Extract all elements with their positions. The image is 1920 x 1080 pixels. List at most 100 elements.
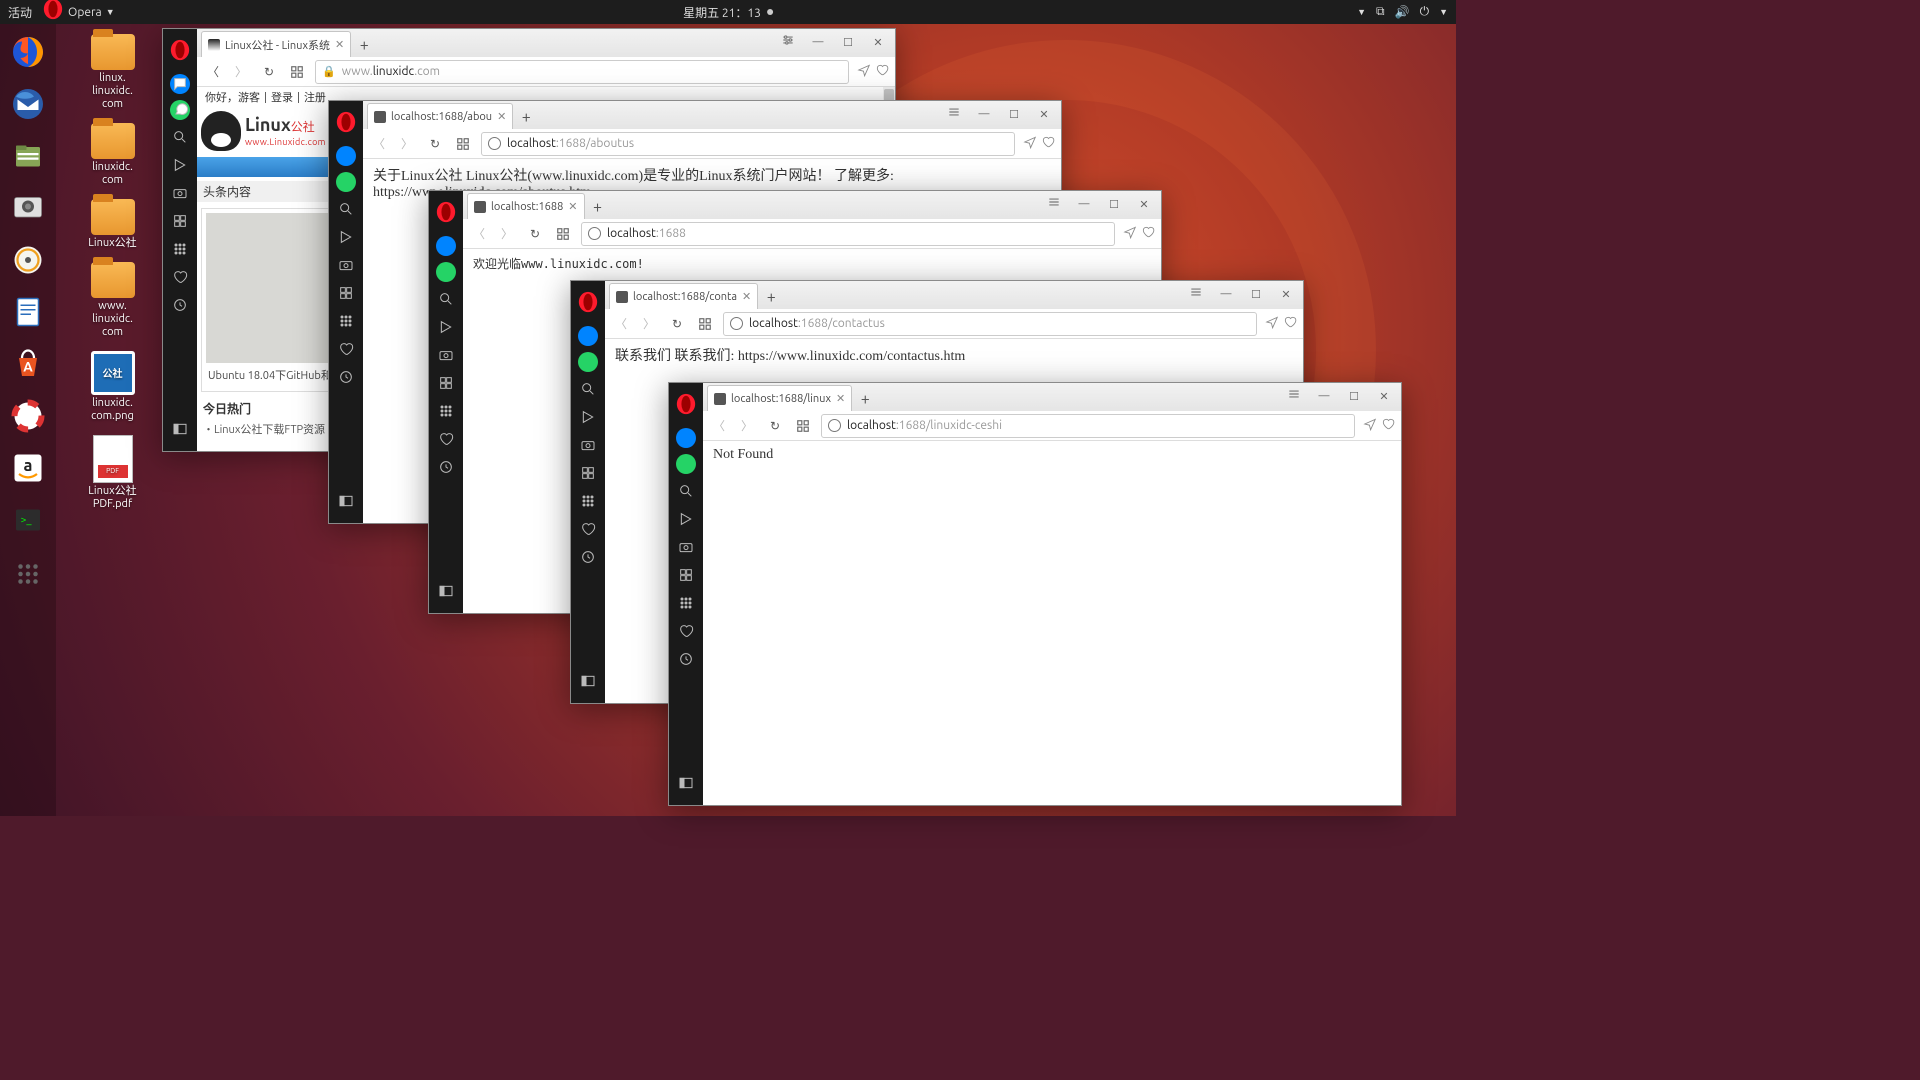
dock-terminal[interactable]: >_ xyxy=(8,500,48,540)
search-icon[interactable] xyxy=(669,477,703,505)
snapshot-icon[interactable] xyxy=(669,533,703,561)
history-icon[interactable] xyxy=(163,291,197,319)
new-tab-button[interactable]: + xyxy=(852,387,878,411)
reload-button[interactable]: ↻ xyxy=(765,416,785,436)
speed-dial-icon[interactable] xyxy=(329,307,363,335)
send-icon[interactable] xyxy=(857,63,871,80)
messenger-icon[interactable] xyxy=(676,428,696,448)
close-tab-icon[interactable]: ✕ xyxy=(568,200,577,213)
opera-window-5[interactable]: localhost:1688/linux✕ + —☐✕ 〈〉↻ localhos… xyxy=(668,382,1402,806)
close-button[interactable]: ✕ xyxy=(863,31,893,53)
speed-dial-icon[interactable] xyxy=(669,589,703,617)
maximize-button[interactable]: ☐ xyxy=(999,103,1029,125)
heart-icon[interactable] xyxy=(329,335,363,363)
whatsapp-icon[interactable] xyxy=(676,454,696,474)
new-tab-button[interactable]: + xyxy=(513,105,539,129)
send-icon[interactable] xyxy=(1265,315,1279,332)
search-icon[interactable] xyxy=(329,195,363,223)
history-icon[interactable] xyxy=(329,363,363,391)
speed-dial-icon[interactable] xyxy=(571,487,605,515)
messenger-icon[interactable] xyxy=(336,146,356,166)
speed-dial-icon[interactable] xyxy=(163,235,197,263)
maximize-button[interactable]: ☐ xyxy=(833,31,863,53)
easy-setup-icon[interactable] xyxy=(947,105,961,122)
speed-dial-button[interactable] xyxy=(287,62,307,82)
url-input[interactable]: localhost:1688/contactus xyxy=(723,312,1257,336)
browser-tab[interactable]: localhost:1688/abou ✕ xyxy=(367,103,513,129)
desktop-folder[interactable]: Linux公社 xyxy=(70,199,155,250)
heart-icon[interactable] xyxy=(1041,135,1055,152)
power-icon[interactable]: ⏻ xyxy=(1420,5,1430,19)
speed-dial-button[interactable] xyxy=(695,314,715,334)
desktop-image-file[interactable]: 公社linuxidc. com.png xyxy=(70,351,155,423)
snapshot-icon[interactable] xyxy=(429,341,463,369)
personal-news-icon[interactable] xyxy=(329,223,363,251)
bookmarks-icon[interactable] xyxy=(329,279,363,307)
dock-thunderbird[interactable] xyxy=(8,84,48,124)
personal-news-icon[interactable] xyxy=(429,313,463,341)
whatsapp-icon[interactable] xyxy=(436,262,456,282)
clock[interactable]: 星期五 21：13 xyxy=(683,4,773,21)
history-icon[interactable] xyxy=(669,645,703,673)
sidebar-toggle-icon[interactable] xyxy=(329,487,363,515)
reload-button[interactable]: ↻ xyxy=(259,62,279,82)
sidebar-toggle-icon[interactable] xyxy=(571,667,605,695)
url-input[interactable]: localhost:1688/linuxidc-ceshi xyxy=(821,414,1355,438)
dock-rhythmbox[interactable] xyxy=(8,240,48,280)
snapshot-icon[interactable] xyxy=(571,431,605,459)
browser-tab[interactable]: localhost:1688/conta✕ xyxy=(609,283,758,309)
bookmarks-icon[interactable] xyxy=(669,561,703,589)
back-button[interactable]: 〈 xyxy=(369,134,389,154)
register-link[interactable]: 注册 xyxy=(304,92,326,104)
activities-button[interactable]: 活动 xyxy=(8,4,32,21)
reload-button[interactable]: ↻ xyxy=(667,314,687,334)
send-icon[interactable] xyxy=(1123,225,1137,242)
volume-icon[interactable]: 🔊 xyxy=(1395,5,1410,19)
easy-setup-icon[interactable] xyxy=(1287,387,1301,404)
messenger-icon[interactable] xyxy=(578,326,598,346)
forward-button[interactable]: 〉 xyxy=(397,134,417,154)
back-button[interactable]: 〈 xyxy=(203,62,223,82)
whatsapp-icon[interactable] xyxy=(170,100,190,120)
search-icon[interactable] xyxy=(163,123,197,151)
speed-dial-button[interactable] xyxy=(793,416,813,436)
whatsapp-icon[interactable] xyxy=(336,172,356,192)
heart-icon[interactable] xyxy=(1283,315,1297,332)
reload-button[interactable]: ↻ xyxy=(425,134,445,154)
dock-software[interactable]: A xyxy=(8,344,48,384)
dock-files[interactable] xyxy=(8,136,48,176)
heart-icon[interactable] xyxy=(669,617,703,645)
forward-button[interactable]: 〉 xyxy=(231,62,251,82)
send-icon[interactable] xyxy=(1023,135,1037,152)
dock-firefox[interactable] xyxy=(8,32,48,72)
messenger-icon[interactable] xyxy=(436,236,456,256)
browser-tab[interactable]: localhost:1688✕ xyxy=(467,193,585,219)
dock-amazon[interactable]: a xyxy=(8,448,48,488)
whatsapp-icon[interactable] xyxy=(578,352,598,372)
history-icon[interactable] xyxy=(429,453,463,481)
dock-show-apps[interactable] xyxy=(10,556,46,592)
heart-icon[interactable] xyxy=(163,263,197,291)
close-button[interactable]: ✕ xyxy=(1271,283,1301,305)
back-button[interactable]: 〈 xyxy=(469,224,489,244)
back-button[interactable]: 〈 xyxy=(611,314,631,334)
dock-screenshot[interactable] xyxy=(8,188,48,228)
speed-dial-button[interactable] xyxy=(553,224,573,244)
snapshot-icon[interactable] xyxy=(163,179,197,207)
minimize-button[interactable]: — xyxy=(969,103,999,125)
speed-dial-button[interactable] xyxy=(453,134,473,154)
forward-button[interactable]: 〉 xyxy=(639,314,659,334)
send-icon[interactable] xyxy=(1363,417,1377,434)
chevron-down-icon[interactable]: ▼ xyxy=(1357,7,1366,17)
heart-icon[interactable] xyxy=(1141,225,1155,242)
snapshot-icon[interactable] xyxy=(329,251,363,279)
heart-icon[interactable] xyxy=(571,515,605,543)
heart-icon[interactable] xyxy=(875,63,889,80)
new-tab-button[interactable]: + xyxy=(351,33,377,57)
bookmarks-icon[interactable] xyxy=(163,207,197,235)
screen-icon[interactable]: ⧉ xyxy=(1376,5,1385,19)
forward-button[interactable]: 〉 xyxy=(497,224,517,244)
forward-button[interactable]: 〉 xyxy=(737,416,757,436)
maximize-button[interactable]: ☐ xyxy=(1241,283,1271,305)
minimize-button[interactable]: — xyxy=(1309,385,1339,407)
